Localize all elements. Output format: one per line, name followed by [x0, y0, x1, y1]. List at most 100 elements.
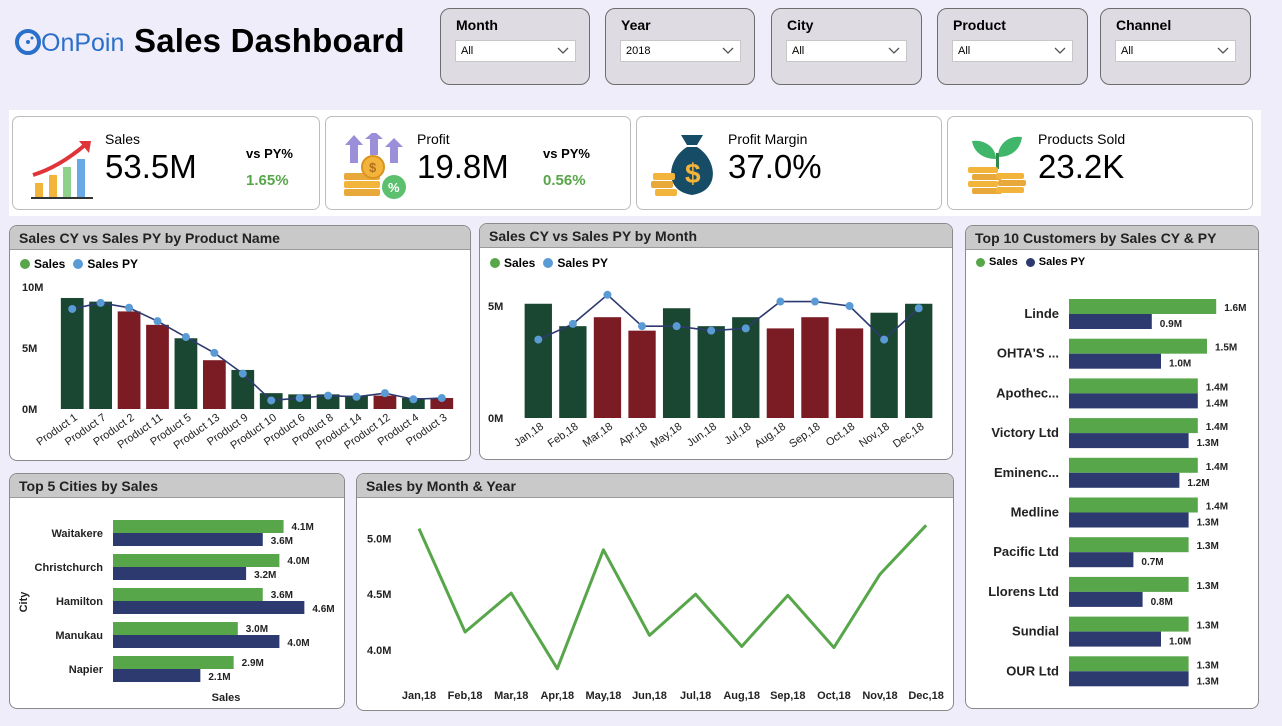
bar-sales-py — [1069, 472, 1180, 488]
y-tick-label: 5M — [22, 343, 37, 355]
trend-chart: 5.0M 4.5M 4.0M Jan,18 Feb,18 Mar,18 Apr,18 May,… — [367, 524, 944, 702]
cities-chart-card: Top 5 Cities by Sales Waitakere 4.1M 3.6M C… — [9, 473, 345, 709]
data-label-sales: 1.3M — [1197, 621, 1219, 632]
data-label-sales: 4.1M — [292, 522, 314, 533]
data-label-sales-py: 1.2M — [1187, 478, 1209, 489]
kpi-margin-label: Profit Margin — [728, 131, 808, 147]
sales-py-point — [914, 304, 923, 313]
month-dropdown[interactable]: All — [455, 40, 576, 62]
chevron-down-icon — [1054, 47, 1066, 54]
data-label-sales: 1.4M — [1206, 382, 1228, 393]
data-label-sales: 2.9M — [242, 658, 264, 669]
bar-sales — [174, 338, 198, 409]
x-tick-label: Apr,18 — [540, 690, 574, 702]
x-tick-label: Aug,18 — [723, 690, 760, 702]
plant-coins-icon — [968, 136, 1026, 194]
sales-py-point — [568, 319, 577, 328]
x-tick-label: Feb,18 — [546, 421, 581, 450]
bar-sales-py — [1069, 631, 1161, 647]
x-tick-label: Sep,18 — [770, 690, 805, 702]
category-label: Linde — [1024, 306, 1059, 321]
product-chart: 10M5M0MProduct 1Product 7Product 2Produc… — [22, 282, 454, 452]
data-label-sales-py: 1.3M — [1197, 676, 1219, 687]
product-dropdown[interactable]: All — [952, 40, 1073, 62]
product-slicer-label: Product — [953, 17, 1006, 33]
y-tick-label: 0M — [488, 413, 503, 425]
bar-sales — [146, 324, 169, 409]
bar-sales — [835, 328, 864, 418]
year-slicer: Year 2018 — [605, 8, 755, 85]
kpi-profit-label: Profit — [417, 131, 450, 147]
y-tick-label: 10M — [22, 282, 43, 294]
cities-chart: Waitakere 4.1M 3.6M Christchurch 4.0M 3.2M Ham… — [18, 520, 335, 704]
kpi-sales-label: Sales — [105, 131, 141, 147]
x-tick-label: May,18 — [649, 421, 685, 451]
profit-coins-icon: $ % — [344, 133, 406, 199]
x-tick-label: Mar,18 — [494, 690, 528, 702]
sales-py-point — [68, 304, 77, 313]
svg-text:$: $ — [369, 160, 377, 175]
data-label-sales-py: 0.8M — [1151, 597, 1173, 608]
kpi-margin-value: 37.0% — [728, 148, 822, 185]
data-label-sales: 1.5M — [1215, 343, 1237, 354]
data-label-sales: 1.4M — [1206, 502, 1228, 513]
city-slicer: City All — [771, 8, 922, 85]
category-label: Medline — [1011, 505, 1059, 520]
sales-py-point — [638, 322, 647, 331]
data-label-sales: 1.3M — [1197, 541, 1219, 552]
sales-py-point — [324, 391, 333, 400]
data-label-sales-py: 3.2M — [254, 570, 276, 581]
kpi-sales-value: 53.5M — [105, 148, 197, 185]
data-label-sales-py: 1.3M — [1197, 518, 1219, 529]
x-tick-label: Dec,18 — [908, 690, 943, 702]
data-label-sales-py: 4.6M — [312, 604, 334, 615]
bar-sales-py — [1069, 433, 1189, 449]
money-bag-icon: $ — [651, 135, 713, 196]
bar-sales — [559, 326, 587, 418]
onpoint-logo: OnPoint — [15, 29, 124, 57]
sales-line — [417, 524, 928, 671]
x-axis-label: Sales — [212, 692, 241, 704]
category-label: Victory Ltd — [991, 425, 1059, 440]
bar-sales — [697, 326, 725, 418]
month-chart: 5M 0M Jan,18 Feb,18 Mar,18 Apr,18May,18 Jun,18… — [488, 290, 933, 451]
kpi-sold-label: Products Sold — [1038, 131, 1126, 147]
data-label-sales: 1.6M — [1224, 303, 1246, 314]
bar-sales-py — [113, 567, 247, 580]
bar-sales — [593, 317, 622, 418]
chevron-down-icon — [1217, 47, 1229, 54]
y-tick-label: 0M — [22, 404, 37, 416]
data-label-sales: 3.0M — [246, 624, 268, 635]
bar-sales — [113, 520, 284, 533]
bar-sales — [1069, 378, 1198, 394]
page-title: Sales Dashboard — [134, 22, 405, 59]
x-tick-label: Jul,18 — [680, 690, 711, 702]
sales-py-point — [210, 348, 219, 357]
bar-sales — [1069, 616, 1189, 632]
category-label: Napier — [69, 664, 104, 676]
year-dropdown-value: 2018 — [626, 45, 651, 57]
trend-chart-card: Sales by Month & Year 5.0M 4.5M 4.0M Jan,18… — [356, 473, 954, 711]
x-tick-label: Jun,18 — [685, 421, 719, 450]
channel-dropdown[interactable]: All — [1115, 40, 1236, 62]
data-label-sales: 4.0M — [287, 556, 309, 567]
sales-py-point — [672, 322, 681, 331]
city-dropdown[interactable]: All — [786, 40, 907, 62]
y-tick-label: 5M — [488, 301, 503, 313]
year-dropdown[interactable]: 2018 — [620, 40, 741, 62]
bar-sales-py — [1069, 591, 1143, 607]
category-label: Apothec... — [996, 385, 1059, 400]
bar-sales-py — [113, 601, 305, 614]
chevron-down-icon — [888, 47, 900, 54]
x-tick-label: Dec,18 — [891, 421, 926, 451]
logo-text: OnPoint — [41, 29, 124, 57]
x-tick-label: Jul,18 — [723, 421, 754, 448]
bar-sales — [1069, 656, 1189, 672]
bar-sales — [117, 311, 141, 409]
month-chart-card: Sales CY vs Sales PY by Month Sales Sale… — [479, 223, 953, 460]
sales-py-point — [845, 302, 854, 310]
x-tick-label: May,18 — [585, 690, 621, 702]
bar-sales — [373, 395, 397, 409]
sales-py-point — [776, 297, 785, 306]
customers-chart: Linde 1.6M 0.9M OHTA'S ... 1.5M 1.0M Apothec..… — [988, 299, 1246, 687]
